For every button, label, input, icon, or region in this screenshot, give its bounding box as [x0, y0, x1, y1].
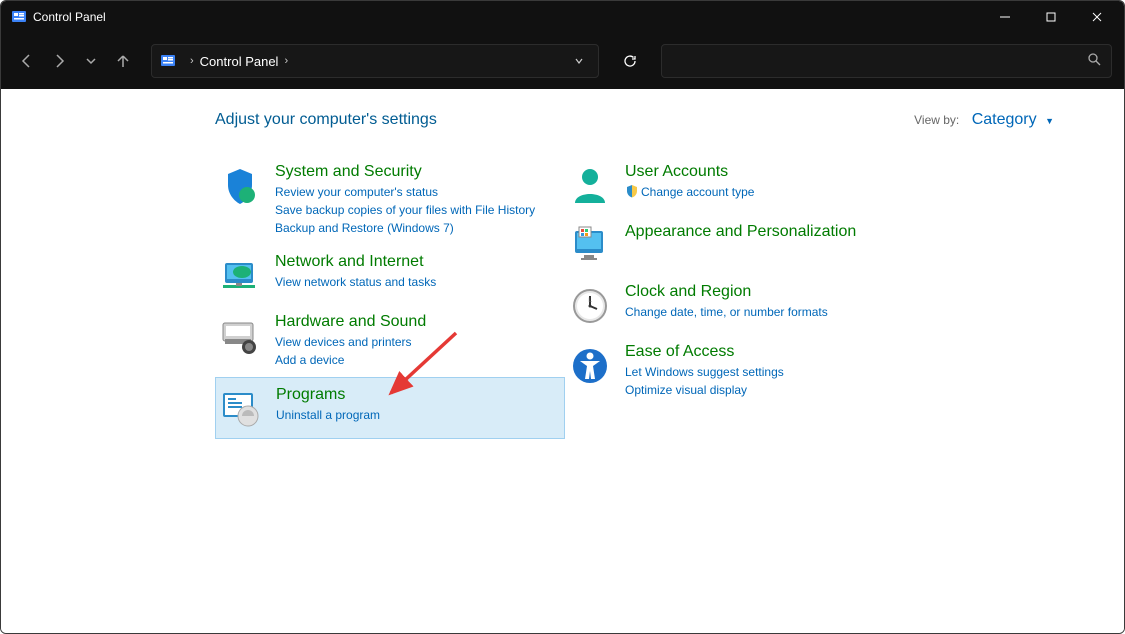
system-security-icon — [219, 165, 261, 207]
category-column-right: User Accounts Change account type Appearan… — [565, 155, 915, 439]
category-title[interactable]: Programs — [276, 386, 554, 404]
chevron-right-icon[interactable]: › — [284, 55, 288, 67]
refresh-button[interactable] — [613, 44, 647, 78]
control-panel-window: Control Panel › Control Panel › — [0, 0, 1125, 634]
category-hardware-sound: Hardware and Sound View devices and print… — [215, 305, 565, 377]
recent-locations-button[interactable] — [77, 47, 105, 75]
category-link[interactable]: Save backup copies of your files with Fi… — [275, 201, 555, 219]
up-button[interactable] — [109, 47, 137, 75]
ease-of-access-icon — [569, 345, 611, 387]
category-title[interactable]: Network and Internet — [275, 253, 555, 271]
address-icon — [160, 53, 176, 69]
category-title[interactable]: Clock and Region — [625, 283, 905, 301]
clock-region-icon: L — [569, 285, 611, 327]
category-network-internet: Network and Internet View network status … — [215, 245, 565, 305]
category-user-accounts: User Accounts Change account type — [565, 155, 915, 215]
category-programs: Programs Uninstall a program — [215, 377, 565, 439]
toolbar: › Control Panel › — [1, 33, 1124, 89]
category-link[interactable]: Add a device — [275, 351, 555, 369]
category-title[interactable]: Ease of Access — [625, 343, 905, 361]
category-ease-of-access: Ease of Access Let Windows suggest settin… — [565, 335, 915, 407]
search-icon — [1087, 52, 1101, 71]
category-system-security: System and Security Review your computer'… — [215, 155, 565, 245]
view-by-value: Category — [972, 111, 1037, 128]
category-title[interactable]: Appearance and Personalization — [625, 223, 905, 241]
category-title[interactable]: Hardware and Sound — [275, 313, 555, 331]
view-by-label: View by: — [914, 113, 959, 127]
maximize-button[interactable] — [1028, 1, 1074, 33]
chevron-down-icon: ▼ — [1045, 116, 1054, 126]
category-link[interactable]: View devices and printers — [275, 333, 555, 351]
search-input[interactable] — [661, 44, 1113, 78]
window-title: Control Panel — [33, 10, 982, 24]
category-link[interactable]: Uninstall a program — [276, 406, 554, 424]
back-button[interactable] — [13, 47, 41, 75]
category-link[interactable]: Backup and Restore (Windows 7) — [275, 219, 555, 237]
close-button[interactable] — [1074, 1, 1120, 33]
breadcrumb-root[interactable]: Control Panel — [200, 54, 279, 69]
app-icon — [11, 9, 27, 25]
network-internet-icon — [219, 255, 261, 297]
category-title[interactable]: System and Security — [275, 163, 555, 181]
category-link[interactable]: Review your computer's status — [275, 183, 555, 201]
category-link[interactable]: Change account type — [625, 183, 905, 201]
address-dropdown-button[interactable] — [574, 54, 584, 69]
chevron-right-icon[interactable]: › — [190, 55, 194, 67]
category-link[interactable]: Change date, time, or number formats — [625, 303, 905, 321]
forward-button[interactable] — [45, 47, 73, 75]
appearance-personalization-icon — [569, 225, 611, 267]
category-link[interactable]: Let Windows suggest settings — [625, 363, 905, 381]
programs-icon — [220, 388, 262, 430]
hardware-sound-icon — [219, 315, 261, 357]
minimize-button[interactable] — [982, 1, 1028, 33]
category-title[interactable]: User Accounts — [625, 163, 905, 181]
category-appearance-personalization: Appearance and Personalization — [565, 215, 915, 275]
titlebar: Control Panel — [1, 1, 1124, 33]
address-bar[interactable]: › Control Panel › — [151, 44, 599, 78]
content-area: Adjust your computer's settings View by:… — [1, 89, 1124, 633]
view-by-control[interactable]: View by: Category ▼ — [914, 111, 1054, 129]
category-link[interactable]: Optimize visual display — [625, 381, 905, 399]
user-accounts-icon — [569, 165, 611, 207]
category-column-left: System and Security Review your computer'… — [215, 155, 565, 439]
shield-icon — [625, 184, 639, 198]
category-link[interactable]: View network status and tasks — [275, 273, 555, 291]
page-title: Adjust your computer's settings — [215, 111, 914, 129]
category-clock-region: L Clock and Region Change date, time, or n… — [565, 275, 915, 335]
